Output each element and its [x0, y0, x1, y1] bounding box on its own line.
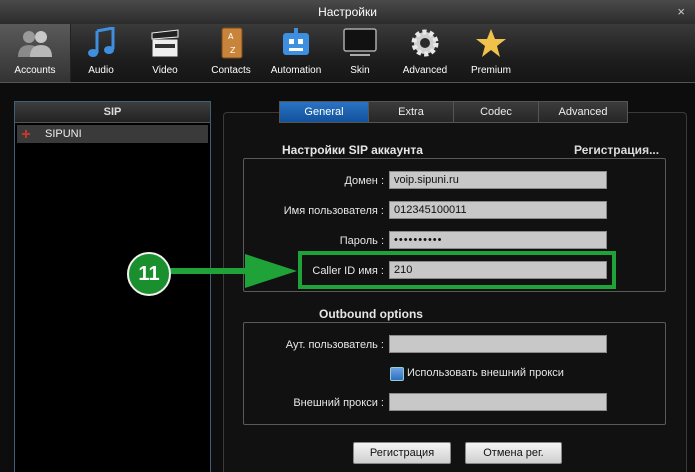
- toolbar-label: Video: [152, 65, 178, 76]
- step-number-badge: 11: [127, 252, 171, 296]
- proxy-label: Внешний прокси :: [293, 397, 384, 409]
- toolbar-video[interactable]: Video: [132, 24, 198, 82]
- toolbar-label: Contacts: [211, 65, 251, 76]
- toolbar-skin[interactable]: Skin: [328, 24, 392, 82]
- toolbar-automation[interactable]: Automation: [264, 24, 328, 82]
- outbound-title: Outbound options: [319, 307, 423, 321]
- username-field[interactable]: 012345100011: [389, 201, 607, 219]
- sip-panel-title: SIP: [15, 102, 210, 123]
- toolbar-advanced[interactable]: Advanced: [392, 24, 458, 82]
- window-title: Настройки: [318, 5, 377, 19]
- clapperboard-icon: [151, 29, 179, 58]
- use-proxy-checkbox[interactable]: [390, 367, 404, 381]
- svg-text:A: A: [228, 32, 234, 41]
- use-proxy-label: Использовать внешний прокси: [407, 367, 564, 379]
- status-offline-icon: [22, 130, 30, 138]
- users-icon: [18, 31, 52, 57]
- tab-extra[interactable]: Extra: [369, 102, 454, 122]
- star-icon: [476, 29, 506, 57]
- title-bar: Настройки ×: [0, 0, 695, 25]
- auth-user-field[interactable]: [389, 335, 607, 353]
- password-field[interactable]: ••••••••••: [389, 231, 607, 249]
- proxy-field[interactable]: [389, 393, 607, 411]
- svg-text:Z: Z: [230, 46, 236, 55]
- toolbar-label: Audio: [88, 65, 114, 76]
- tab-codec[interactable]: Codec: [454, 102, 539, 122]
- toolbar-label: Advanced: [402, 65, 448, 76]
- sip-account-item[interactable]: SIPUNI: [17, 125, 208, 143]
- gear-icon: [411, 29, 439, 57]
- toolbar-contacts[interactable]: A Z Contacts: [198, 24, 264, 82]
- domain-field[interactable]: voip.sipuni.ru: [389, 171, 607, 189]
- close-icon[interactable]: ×: [677, 4, 685, 19]
- password-label: Пароль :: [339, 235, 384, 247]
- registration-link[interactable]: Регистрация...: [574, 143, 659, 157]
- tab-advanced[interactable]: Advanced: [539, 102, 627, 122]
- username-label: Имя пользователя :: [283, 205, 384, 217]
- toolbar-label: Accounts: [14, 65, 56, 76]
- unregister-button[interactable]: Отмена рег.: [465, 442, 562, 464]
- monitor-icon: [343, 28, 377, 56]
- toolbar-label: Automation: [270, 65, 322, 76]
- toolbar-audio[interactable]: Audio: [70, 24, 132, 82]
- domain-label: Домен :: [344, 175, 384, 187]
- callerid-highlight-box: [298, 251, 616, 289]
- sip-account-name: SIPUNI: [45, 128, 82, 140]
- settings-tabs: General Extra Codec Advanced: [279, 101, 628, 123]
- register-button[interactable]: Регистрация: [353, 442, 451, 464]
- address-book-icon: A Z: [221, 27, 243, 59]
- annotation-arrow-icon: [165, 254, 297, 288]
- toolbar-label: Skin: [350, 65, 370, 76]
- toolbar-label: Premium: [470, 65, 511, 76]
- robot-icon: [283, 28, 309, 55]
- auth-user-label: Аут. пользователь :: [285, 339, 384, 351]
- tab-general[interactable]: General: [280, 102, 369, 122]
- toolbar-accounts[interactable]: Accounts: [0, 24, 71, 82]
- music-note-icon: [88, 27, 115, 57]
- sip-settings-title: Настройки SIP аккаунта: [282, 143, 423, 157]
- toolbar-premium[interactable]: Premium: [458, 24, 524, 82]
- main-toolbar: Accounts Audio Video A Z Contacts Automa…: [0, 24, 695, 83]
